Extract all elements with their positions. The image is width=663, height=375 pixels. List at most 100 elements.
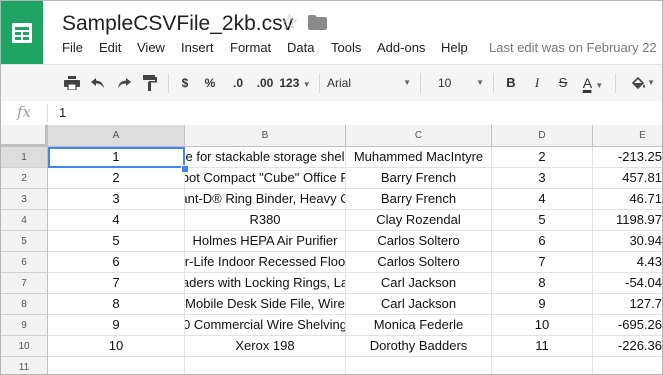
strikethrough-button[interactable]: S xyxy=(555,73,571,93)
cell-a[interactable]: 5 xyxy=(48,231,185,252)
row-header[interactable]: 2 xyxy=(1,168,48,189)
cell-d[interactable]: 2 xyxy=(492,147,593,168)
cell-b[interactable]: aders with Locking Rings, La xyxy=(185,273,346,294)
decrease-decimal-button[interactable]: .0 xyxy=(227,73,249,93)
cell-d[interactable]: 4 xyxy=(492,189,593,210)
cell-e[interactable]: -54.04 xyxy=(593,273,662,294)
cell-b[interactable]: 0 Commercial Wire Shelving xyxy=(185,315,346,336)
cell-d[interactable]: 7 xyxy=(492,252,593,273)
fill-color-icon[interactable]: ▼ xyxy=(623,73,655,93)
cell-c[interactable]: Dorothy Badders xyxy=(346,336,492,357)
menu-tools[interactable]: Tools xyxy=(331,40,361,55)
cell-b[interactable] xyxy=(185,357,346,374)
row-header[interactable]: 1 xyxy=(1,147,48,168)
row-header[interactable]: 3 xyxy=(1,189,48,210)
cell-e[interactable]: -226.36 xyxy=(593,336,662,357)
select-all-corner[interactable] xyxy=(1,125,48,147)
cell-d[interactable]: 5 xyxy=(492,210,593,231)
cell-e[interactable] xyxy=(593,357,662,374)
cell-c[interactable]: Muhammed MacIntyre xyxy=(346,147,492,168)
cell-a[interactable]: 10 xyxy=(48,336,185,357)
cell-b[interactable]: e for stackable storage shel xyxy=(185,147,346,168)
cell-b[interactable]: Xerox 198 xyxy=(185,336,346,357)
redo-icon[interactable] xyxy=(115,73,133,93)
cell-b[interactable]: r-Life Indoor Recessed Floo xyxy=(185,252,346,273)
row-header[interactable]: 6 xyxy=(1,252,48,273)
cell-c[interactable]: Carlos Soltero xyxy=(346,252,492,273)
cell-b[interactable]: R380 xyxy=(185,210,346,231)
cell-a[interactable]: 3 xyxy=(48,189,185,210)
format-percent-button[interactable]: % xyxy=(202,73,218,93)
cell-a[interactable]: 7 xyxy=(48,273,185,294)
cell-e[interactable]: 1198.97 xyxy=(593,210,662,231)
fill-handle[interactable] xyxy=(181,165,189,173)
column-header-e[interactable]: E xyxy=(593,125,662,147)
column-header-a[interactable]: A xyxy=(48,125,185,147)
cell-d[interactable]: 10 xyxy=(492,315,593,336)
column-header-c[interactable]: C xyxy=(346,125,492,147)
menu-insert[interactable]: Insert xyxy=(181,40,214,55)
cell-a[interactable]: 1 xyxy=(48,147,185,168)
cell-d[interactable]: 3 xyxy=(492,168,593,189)
cell-c[interactable]: Carl Jackson xyxy=(346,294,492,315)
cell-e[interactable]: 4.43 xyxy=(593,252,662,273)
italic-button[interactable]: I xyxy=(529,73,545,93)
row-header[interactable]: 11 xyxy=(1,357,48,374)
menu-edit[interactable]: Edit xyxy=(99,40,121,55)
last-edit-link[interactable]: Last edit was on February 22 xyxy=(489,40,657,55)
menu-help[interactable]: Help xyxy=(441,40,468,55)
row-header[interactable]: 10 xyxy=(1,336,48,357)
menu-file[interactable]: File xyxy=(62,40,83,55)
more-formats-dropdown[interactable]: 123 ▼ xyxy=(278,73,312,93)
paint-format-icon[interactable] xyxy=(141,73,159,93)
cell-e[interactable]: 30.94 xyxy=(593,231,662,252)
formula-input[interactable]: 1 xyxy=(59,105,66,120)
cell-c[interactable]: Monica Federle xyxy=(346,315,492,336)
row-header[interactable]: 7 xyxy=(1,273,48,294)
cell-e[interactable]: -213.25 xyxy=(593,147,662,168)
menu-format[interactable]: Format xyxy=(230,40,271,55)
increase-decimal-button[interactable]: .00 xyxy=(253,73,277,93)
cell-b[interactable]: ant-D® Ring Binder, Heavy C xyxy=(185,189,346,210)
cell-d[interactable] xyxy=(492,357,593,374)
row-header[interactable]: 5 xyxy=(1,231,48,252)
cell-a[interactable]: 2 xyxy=(48,168,185,189)
cell-c[interactable]: Barry French xyxy=(346,189,492,210)
cell-c[interactable] xyxy=(346,357,492,374)
menu-view[interactable]: View xyxy=(137,40,165,55)
column-header-b[interactable]: B xyxy=(185,125,346,147)
column-header-d[interactable]: D xyxy=(492,125,593,147)
cell-d[interactable]: 6 xyxy=(492,231,593,252)
row-header[interactable]: 9 xyxy=(1,315,48,336)
cell-d[interactable]: 11 xyxy=(492,336,593,357)
menu-data[interactable]: Data xyxy=(287,40,314,55)
cell-c[interactable]: Clay Rozendal xyxy=(346,210,492,231)
row-header[interactable]: 4 xyxy=(1,210,48,231)
cell-b[interactable]: Mobile Desk Side File, Wire xyxy=(185,294,346,315)
cell-d[interactable]: 8 xyxy=(492,273,593,294)
cell-e[interactable]: -695.26 xyxy=(593,315,662,336)
cell-a[interactable]: 4 xyxy=(48,210,185,231)
font-family-dropdown[interactable]: Arial ▼ xyxy=(327,73,415,93)
undo-icon[interactable] xyxy=(89,73,107,93)
bold-button[interactable]: B xyxy=(503,73,519,93)
cell-c[interactable]: Carlos Soltero xyxy=(346,231,492,252)
cell-a[interactable]: 9 xyxy=(48,315,185,336)
print-icon[interactable] xyxy=(63,73,81,93)
cell-e[interactable]: 46.71 xyxy=(593,189,662,210)
menu-addons[interactable]: Add-ons xyxy=(377,40,425,55)
folder-icon[interactable] xyxy=(308,15,327,35)
format-currency-button[interactable]: $ xyxy=(178,73,192,93)
cell-c[interactable]: Barry French xyxy=(346,168,492,189)
cell-e[interactable]: 457.81 xyxy=(593,168,662,189)
text-color-button[interactable]: A ▼ xyxy=(579,73,607,93)
cell-d[interactable]: 9 xyxy=(492,294,593,315)
cell-a[interactable]: 8 xyxy=(48,294,185,315)
cell-b[interactable]: bot Compact "Cube" Office F xyxy=(185,168,346,189)
document-title[interactable]: SampleCSVFile_2kb.csv xyxy=(62,12,293,36)
font-size-dropdown[interactable]: 10 ▼ xyxy=(438,73,488,93)
cell-a[interactable]: 6 xyxy=(48,252,185,273)
cell-a[interactable] xyxy=(48,357,185,374)
sheets-icon[interactable] xyxy=(1,1,43,64)
cell-b[interactable]: Holmes HEPA Air Purifier xyxy=(185,231,346,252)
